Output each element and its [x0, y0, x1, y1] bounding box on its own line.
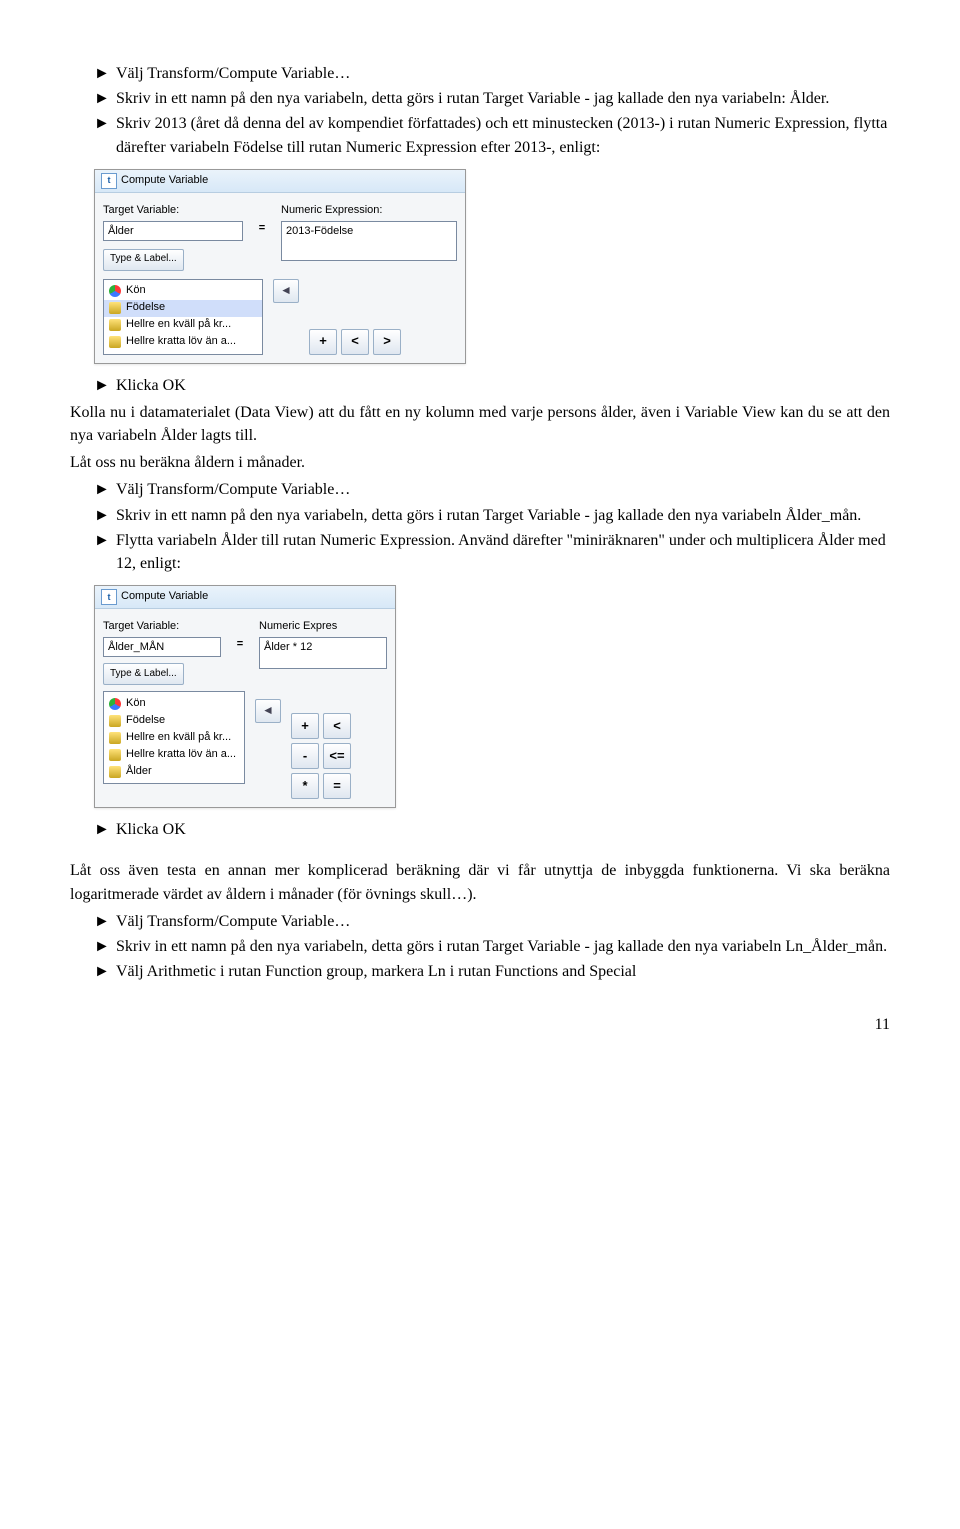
- numeric-expression-label: Numeric Expression:: [281, 203, 457, 219]
- page-number: 11: [70, 1013, 890, 1036]
- dialog-window: t Compute Variable Target Variable: Ålde…: [94, 169, 466, 364]
- paragraph: Låt oss även testa en annan mer komplice…: [70, 859, 890, 905]
- variable-item[interactable]: Kön: [104, 283, 262, 300]
- variable-item[interactable]: Ålder: [104, 763, 244, 780]
- keypad-eq-button[interactable]: =: [323, 773, 351, 799]
- scale-var-icon: [109, 732, 121, 744]
- spss-compute-variable-screenshot-1: t Compute Variable Target Variable: Ålde…: [94, 169, 890, 364]
- bullet-marker: ►: [94, 910, 116, 933]
- variable-item[interactable]: Födelse: [104, 712, 244, 729]
- bullet-text: Flytta variabeln Ålder till rutan Numeri…: [116, 529, 890, 575]
- bullet-text: Skriv 2013 (året då denna del av kompend…: [116, 112, 890, 158]
- dialog-title: Compute Variable: [121, 589, 208, 605]
- keypad-plus-button[interactable]: +: [291, 713, 319, 739]
- bullet-marker: ►: [94, 818, 116, 841]
- keypad-plus-button[interactable]: +: [309, 329, 337, 355]
- variable-item[interactable]: Födelse: [104, 300, 262, 317]
- paragraph: Kolla nu i datamaterialet (Data View) at…: [70, 401, 890, 447]
- type-and-label-button[interactable]: Type & Label...: [103, 663, 184, 685]
- target-variable-label: Target Variable:: [103, 203, 243, 219]
- scale-var-icon: [109, 766, 121, 778]
- bullet: ► Klicka OK: [94, 818, 890, 841]
- dialog-window: t Compute Variable Target Variable: Ålde…: [94, 585, 396, 808]
- bullet-marker: ►: [94, 374, 116, 397]
- bullet: ► Välj Transform/Compute Variable…: [94, 910, 890, 933]
- bullet-text: Skriv in ett namn på den nya variabeln, …: [116, 87, 829, 110]
- variable-list[interactable]: Kön Födelse Hellre en kväll på kr... Hel…: [103, 691, 245, 784]
- variable-item[interactable]: Hellre kratta löv än a...: [104, 746, 244, 763]
- bullet-marker: ►: [94, 935, 116, 958]
- bullet-text: Klicka OK: [116, 818, 186, 841]
- bullet-text: Välj Transform/Compute Variable…: [116, 478, 350, 501]
- keypad-minus-button[interactable]: -: [291, 743, 319, 769]
- target-variable-input[interactable]: Ålder_MÅN: [103, 637, 221, 657]
- bullet: ► Skriv in ett namn på den nya variabeln…: [94, 87, 890, 110]
- app-icon: t: [101, 173, 117, 189]
- bullet: ► Välj Arithmetic i rutan Function group…: [94, 960, 890, 983]
- arrow-left-icon: ◄: [262, 702, 274, 719]
- variable-item[interactable]: Hellre en kväll på kr...: [104, 317, 262, 334]
- bullet: ► Skriv in ett namn på den nya variabeln…: [94, 935, 890, 958]
- bullet-text: Klicka OK: [116, 374, 186, 397]
- bullet-marker: ►: [94, 62, 116, 85]
- keypad-lt-button[interactable]: <: [341, 329, 369, 355]
- numeric-expression-input[interactable]: Ålder * 12: [259, 637, 387, 669]
- app-icon: t: [101, 589, 117, 605]
- bullet: ► Klicka OK: [94, 374, 890, 397]
- numeric-expression-input[interactable]: 2013-Födelse: [281, 221, 457, 261]
- bullet-marker: ►: [94, 478, 116, 501]
- equals-sign: =: [231, 637, 249, 653]
- bullet: ► Skriv 2013 (året då denna del av kompe…: [94, 112, 890, 158]
- type-and-label-button[interactable]: Type & Label...: [103, 249, 184, 271]
- keypad-lt-button[interactable]: <: [323, 713, 351, 739]
- bullet-marker: ►: [94, 529, 116, 575]
- variable-item[interactable]: Hellre en kväll på kr...: [104, 729, 244, 746]
- dialog-titlebar: t Compute Variable: [95, 170, 465, 193]
- bullet-marker: ►: [94, 960, 116, 983]
- bullet: ► Skriv in ett namn på den nya variabeln…: [94, 504, 890, 527]
- numeric-expression-label: Numeric Expres: [259, 619, 387, 635]
- scale-var-icon: [109, 302, 121, 314]
- move-variable-button[interactable]: ◄: [273, 279, 299, 303]
- target-variable-input[interactable]: Ålder: [103, 221, 243, 241]
- move-variable-button[interactable]: ◄: [255, 699, 281, 723]
- bullet: ► Flytta variabeln Ålder till rutan Nume…: [94, 529, 890, 575]
- bullet-marker: ►: [94, 112, 116, 158]
- keypad-lte-button[interactable]: <=: [323, 743, 351, 769]
- variable-list[interactable]: Kön Födelse Hellre en kväll på kr... Hel…: [103, 279, 263, 355]
- nominal-var-icon: [109, 698, 121, 710]
- scale-var-icon: [109, 749, 121, 761]
- bullet-text: Skriv in ett namn på den nya variabeln, …: [116, 504, 861, 527]
- scale-var-icon: [109, 715, 121, 727]
- keypad-gt-button[interactable]: >: [373, 329, 401, 355]
- bullet-text: Skriv in ett namn på den nya variabeln, …: [116, 935, 887, 958]
- scale-var-icon: [109, 336, 121, 348]
- bullet-marker: ►: [94, 87, 116, 110]
- bullet: ► Välj Transform/Compute Variable…: [94, 62, 890, 85]
- variable-item[interactable]: Kön: [104, 695, 244, 712]
- keypad-mult-button[interactable]: *: [291, 773, 319, 799]
- bullet: ► Välj Transform/Compute Variable…: [94, 478, 890, 501]
- target-variable-label: Target Variable:: [103, 619, 221, 635]
- equals-sign: =: [253, 221, 271, 237]
- paragraph: Låt oss nu beräkna åldern i månader.: [70, 451, 890, 474]
- spss-compute-variable-screenshot-2: t Compute Variable Target Variable: Ålde…: [94, 585, 890, 808]
- bullet-text: Välj Transform/Compute Variable…: [116, 910, 350, 933]
- arrow-left-icon: ◄: [280, 282, 292, 299]
- bullet-marker: ►: [94, 504, 116, 527]
- dialog-title: Compute Variable: [121, 173, 208, 189]
- dialog-titlebar: t Compute Variable: [95, 586, 395, 609]
- variable-item[interactable]: Hellre kratta löv än a...: [104, 334, 262, 351]
- bullet-text: Välj Arithmetic i rutan Function group, …: [116, 960, 636, 983]
- nominal-var-icon: [109, 285, 121, 297]
- scale-var-icon: [109, 319, 121, 331]
- bullet-text: Välj Transform/Compute Variable…: [116, 62, 350, 85]
